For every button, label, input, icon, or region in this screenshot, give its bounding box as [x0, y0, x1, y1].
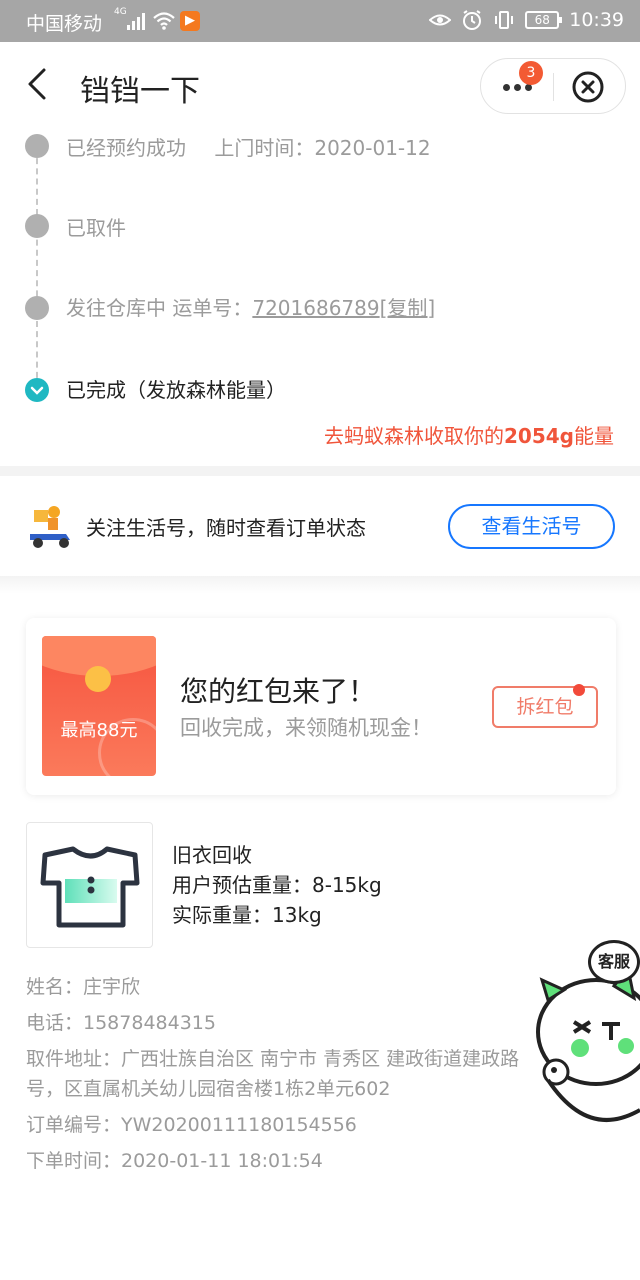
close-button[interactable] [571, 70, 605, 104]
energy-suffix: 能量 [574, 424, 614, 448]
timeline-dot-picked [25, 214, 49, 238]
battery-icon: 68 [525, 11, 563, 29]
customer-service-button[interactable]: 客服 [588, 940, 640, 984]
coin-icon [85, 666, 111, 692]
signal-icon [127, 12, 147, 30]
delivery-rider-icon [30, 506, 70, 548]
more-options-button[interactable] [503, 84, 533, 92]
section-divider [0, 576, 640, 594]
app-header: 铛铛一下 3 [0, 42, 640, 126]
mini-program-capsule: 3 [480, 58, 626, 114]
status-right: 68 10:39 [429, 9, 624, 31]
timeline-step-shipping: 发往仓库中 运单号：7201686789[复制] [66, 292, 435, 321]
eye-comfort-icon [429, 14, 452, 26]
back-button[interactable] [22, 64, 54, 104]
order-time: 下单时间：2020-01-11 18:01:54 [26, 1150, 323, 1172]
red-packet-title: 您的红包来了！ [180, 675, 377, 708]
tshirt-icon [40, 846, 140, 928]
network-type: 4G [114, 7, 127, 17]
energy-amount: 2054g [504, 424, 574, 448]
red-dot-badge [573, 684, 585, 696]
tracking-number-link[interactable]: 7201686789 [252, 296, 379, 320]
clock: 10:39 [569, 9, 624, 31]
order-details: 姓名：庄宇欣 电话：15878484315 取件地址：广西壮族自治区 南宁市 青… [26, 972, 546, 1182]
red-envelope-icon: 最高88元 [42, 636, 156, 776]
energy-prefix: 去蚂蚁森林收取你的 [324, 424, 505, 448]
customer-name: 姓名：庄宇欣 [26, 976, 141, 998]
app-notification-icon: ▶ [180, 11, 200, 31]
customer-phone: 电话：15878484315 [26, 1012, 216, 1034]
red-packet-card[interactable]: 最高88元 您的红包来了！ 回收完成，来领随机现金！ 拆红包 [26, 618, 616, 795]
timeline-dot-shipping [25, 296, 49, 320]
max-amount-label: 最高88元 [60, 720, 138, 741]
follow-life-account-bar: 关注生活号，随时查看订单状态 查看生活号 [0, 476, 640, 576]
estimated-weight: 用户预估重量：8-15kg [172, 873, 382, 897]
timeline-dot-booked [25, 134, 49, 158]
forest-energy-link[interactable]: 去蚂蚁森林收取你的2054g能量 [324, 420, 614, 449]
timeline-line [36, 148, 38, 388]
section-divider [0, 466, 640, 476]
pickup-time: 上门时间：2020-01-12 [214, 136, 431, 160]
order-timeline: 已经预约成功 上门时间：2020-01-12 已取件 发往仓库中 运单号：720… [0, 126, 640, 466]
pickup-address: 取件地址：广西壮族自治区 南宁市 青秀区 建政街道建政路号，区直属机关幼儿园宿舍… [26, 1048, 520, 1100]
actual-weight: 实际重量：13kg [172, 903, 322, 927]
order-number: 订单编号：YW20200111180154556 [26, 1114, 357, 1136]
step-label: 已完成（发放森林能量） [66, 378, 286, 402]
step-label: 已取件 [66, 216, 126, 240]
item-info: 旧衣回收 用户预估重量：8-15kg 实际重量：13kg [172, 840, 382, 930]
capsule-divider [553, 73, 554, 101]
step-label: 已经预约成功 [66, 136, 186, 160]
copy-link[interactable]: [复制] [380, 296, 436, 320]
wifi-icon [153, 12, 175, 30]
red-packet-subtitle: 回收完成，来领随机现金！ [180, 716, 432, 740]
item-thumbnail [26, 822, 153, 948]
check-icon [25, 378, 49, 402]
view-life-account-button[interactable]: 查看生活号 [448, 504, 615, 549]
vibrate-icon [495, 11, 514, 29]
alarm-icon [463, 10, 482, 30]
status-bar: 中国移动 4G ▶ 68 10:39 [0, 0, 640, 42]
timeline-step-booked: 已经预约成功 上门时间：2020-01-12 [66, 132, 431, 161]
page-title: 铛铛一下 [80, 74, 200, 109]
carrier-label: 中国移动 [26, 13, 103, 35]
follow-prompt: 关注生活号，随时查看订单状态 [86, 516, 366, 540]
item-name: 旧衣回收 [172, 843, 252, 867]
notification-badge: 3 [519, 61, 543, 85]
step-label: 发往仓库中 运单号： [66, 296, 253, 320]
